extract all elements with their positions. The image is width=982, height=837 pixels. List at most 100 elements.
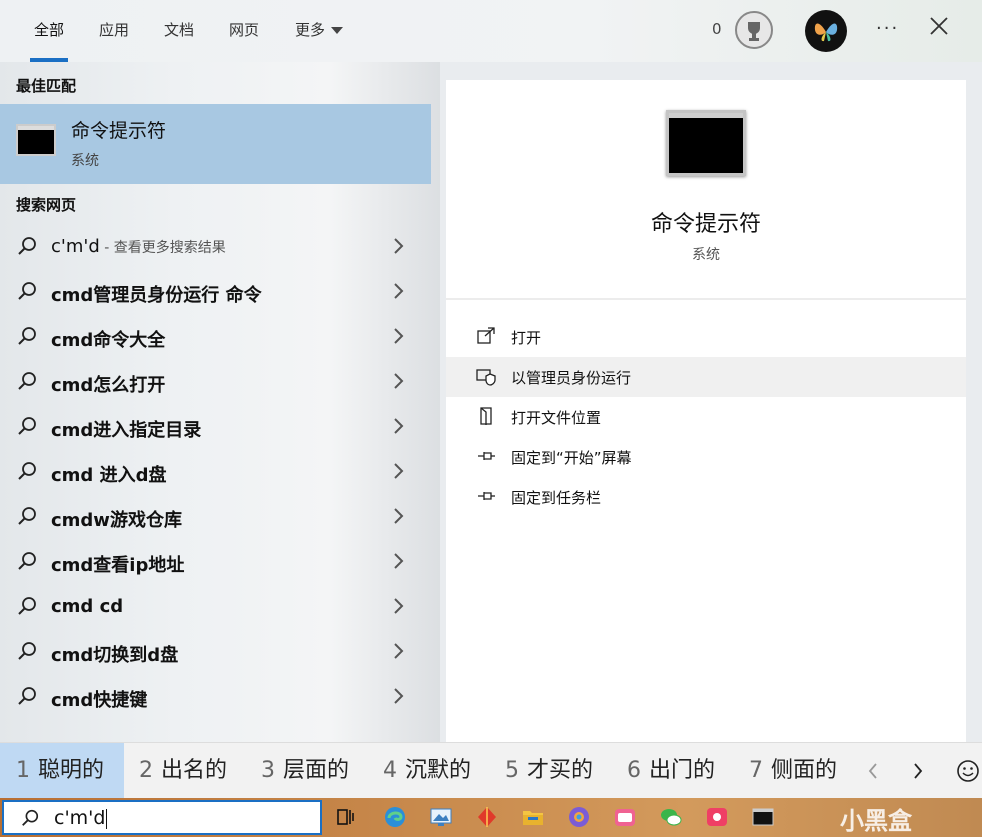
search-icon	[22, 809, 39, 826]
action-open[interactable]: 打开	[446, 317, 966, 357]
best-match-item[interactable]: 命令提示符 系统	[0, 104, 431, 184]
action-label: 固定到“开始”屏幕	[511, 449, 632, 467]
action-run-as-admin[interactable]: 以管理员身份运行	[446, 357, 966, 397]
chevron-right-icon	[394, 508, 404, 524]
ime-candidate[interactable]: 4 沉默的	[367, 743, 489, 799]
camera-app-icon[interactable]	[706, 806, 728, 828]
web-result-row[interactable]: cmd怎么打开	[0, 360, 431, 405]
tab-all[interactable]: 全部	[22, 0, 76, 62]
ime-candidate-bar: 1 聪明的 2 出名的 3 层面的 4 沉默的 5 才买的 6 出门的 7 侧面的	[0, 742, 982, 799]
pin-icon	[478, 452, 495, 460]
command-prompt-icon	[666, 110, 746, 176]
web-search-heading: 搜索网页	[16, 196, 77, 214]
tab-more-label: 更多	[294, 21, 325, 39]
web-result-row[interactable]: c'm'd - 查看更多搜索结果	[0, 225, 431, 270]
chevron-right-icon	[394, 328, 404, 344]
watermark: 小黑盒	[840, 807, 912, 835]
web-result-label: cmd管理员身份运行 命令	[51, 285, 262, 306]
ime-candidate[interactable]: 1 聪明的	[0, 743, 124, 799]
taskbar-search-input[interactable]: c'm'd	[2, 800, 322, 835]
ime-candidate[interactable]: 5 才买的	[489, 743, 611, 799]
action-pin-to-taskbar[interactable]: 固定到任务栏	[446, 477, 966, 517]
text-cursor	[106, 808, 108, 829]
chevron-left-icon[interactable]	[866, 759, 880, 783]
ime-candidate-word: 侧面的	[771, 758, 838, 783]
tab-all-label: 全部	[33, 21, 64, 39]
more-options-button[interactable]: ···	[876, 18, 899, 39]
web-result-row[interactable]: cmd快捷键	[0, 675, 431, 720]
close-button[interactable]	[928, 14, 950, 44]
web-result-extra: - 查看更多搜索结果	[99, 240, 226, 256]
web-result-row[interactable]: cmd进入指定目录	[0, 405, 431, 450]
edge-browser-icon[interactable]	[384, 806, 406, 828]
ime-candidate-number: 4	[383, 758, 397, 783]
tab-web-label: 网页	[228, 21, 259, 39]
web-result-label: cmd 进入d盘	[51, 465, 167, 486]
ime-candidate-number: 7	[749, 758, 763, 783]
action-open-file-location[interactable]: 打开文件位置	[446, 397, 966, 437]
ime-candidate-number: 6	[627, 758, 641, 783]
rewards-points: 0	[712, 20, 722, 38]
web-result-row[interactable]: cmd cd	[0, 585, 431, 630]
ime-candidate-word: 才买的	[527, 758, 594, 783]
task-view-icon[interactable]	[335, 806, 357, 828]
taskbar: c'm'd 小黑盒	[0, 798, 982, 837]
search-icon	[18, 237, 36, 255]
avatar[interactable]	[805, 10, 847, 52]
web-result-row[interactable]: cmd命令大全	[0, 315, 431, 360]
best-match-name: 命令提示符	[71, 120, 167, 142]
search-icon	[18, 327, 36, 345]
preview-subtitle: 系统	[692, 247, 720, 263]
trophy-icon[interactable]	[735, 11, 773, 49]
ime-candidate[interactable]: 2 出名的	[123, 743, 245, 799]
chrome-like-app-icon[interactable]	[568, 806, 590, 828]
divider	[446, 298, 966, 300]
red-diamond-app-icon[interactable]	[476, 806, 498, 828]
action-label: 以管理员身份运行	[511, 369, 632, 387]
web-result-row[interactable]: cmd查看ip地址	[0, 540, 431, 585]
close-icon	[930, 17, 948, 35]
search-icon	[18, 597, 36, 615]
ime-candidate[interactable]: 6 出门的	[611, 743, 733, 799]
tab-apps[interactable]: 应用	[88, 0, 140, 62]
command-prompt-icon	[16, 124, 56, 156]
tab-apps-label: 应用	[98, 21, 129, 39]
wechat-icon[interactable]	[660, 806, 682, 828]
command-prompt-taskbar-icon[interactable]	[752, 806, 774, 828]
photos-app-icon[interactable]	[430, 806, 452, 828]
web-result-label: cmd cd	[51, 596, 124, 617]
web-result-row[interactable]: cmd 进入d盘	[0, 450, 431, 495]
tab-documents[interactable]: 文档	[153, 0, 205, 62]
web-result-row[interactable]: cmd切换到d盘	[0, 630, 431, 675]
search-query-text: c'm'd	[54, 807, 106, 829]
best-match-heading: 最佳匹配	[16, 77, 77, 95]
chevron-right-icon	[394, 283, 404, 299]
bilibili-icon[interactable]	[614, 806, 636, 828]
action-label: 打开文件位置	[511, 409, 602, 427]
search-icon	[18, 552, 36, 570]
best-match-subtitle: 系统	[71, 153, 99, 169]
ime-candidate-number: 2	[139, 758, 153, 783]
preview-panel: 命令提示符 系统 打开 以管理员身份运行 打开文件位置 固定到“开始”屏幕 固定…	[446, 80, 966, 742]
search-icon	[18, 462, 36, 480]
emoji-icon[interactable]	[955, 758, 981, 784]
web-result-label: cmd切换到d盘	[51, 645, 179, 666]
open-icon	[477, 327, 495, 344]
file-explorer-icon[interactable]	[522, 806, 544, 828]
chevron-right-icon	[394, 418, 404, 434]
ime-candidate-number: 5	[505, 758, 519, 783]
web-result-label: cmd怎么打开	[51, 375, 166, 396]
tab-web[interactable]: 网页	[218, 0, 270, 62]
ime-candidate[interactable]: 7 侧面的	[733, 743, 855, 799]
web-result-row[interactable]: cmd管理员身份运行 命令	[0, 270, 431, 315]
web-result-label: cmdw游戏仓库	[51, 510, 182, 531]
web-result-row[interactable]: cmdw游戏仓库	[0, 495, 431, 540]
web-result-label: cmd命令大全	[51, 330, 166, 351]
results-column: 最佳匹配 命令提示符 系统 搜索网页 c'm'd - 查看更多搜索结果 cmd管…	[0, 62, 440, 742]
ime-candidate[interactable]: 3 层面的	[245, 743, 367, 799]
chevron-right-icon[interactable]	[911, 759, 925, 783]
action-pin-to-start[interactable]: 固定到“开始”屏幕	[446, 437, 966, 477]
tab-more[interactable]: 更多	[283, 0, 355, 62]
chevron-right-icon	[394, 373, 404, 389]
web-result-label: c'm'd - 查看更多搜索结果	[51, 236, 226, 257]
